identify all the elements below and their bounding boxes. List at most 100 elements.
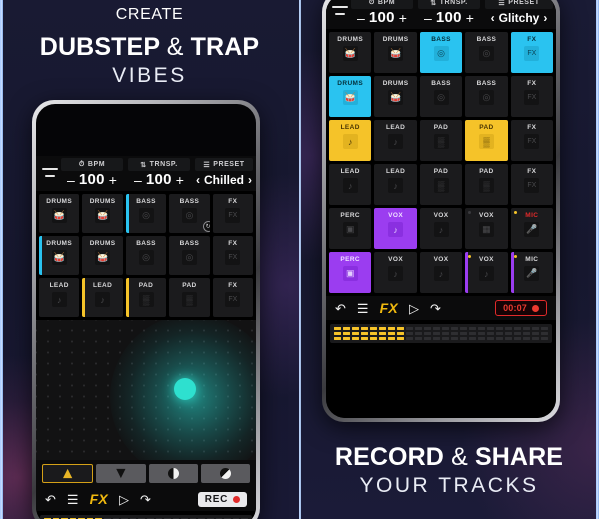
redo-icon[interactable]: ↷: [140, 493, 151, 506]
left-bpm-plus-button[interactable]: +: [109, 173, 117, 187]
sequencer-step[interactable]: [514, 327, 521, 340]
loop-badge-icon[interactable]: ↻: [202, 221, 210, 232]
pad-perc[interactable]: PERC ▣: [329, 252, 372, 293]
sequencer-cell[interactable]: [505, 327, 512, 330]
sequencer-cell[interactable]: [460, 337, 467, 340]
sequencer-cell[interactable]: [487, 337, 494, 340]
sequencer-step[interactable]: [442, 327, 449, 340]
pad-vox[interactable]: VOX ♪: [374, 252, 417, 293]
sequencer-cell[interactable]: [460, 327, 467, 330]
pad-bass[interactable]: BASS ◎ ↻: [169, 194, 210, 233]
sequencer-cell[interactable]: [379, 337, 386, 340]
pad-fx[interactable]: FX FX: [510, 76, 554, 117]
left-preset-value[interactable]: Chilled: [204, 173, 244, 187]
left-transpose-plus-button[interactable]: +: [176, 173, 184, 187]
left-sequencer[interactable]: [36, 511, 256, 519]
right-preset-value[interactable]: Glitchy: [499, 11, 540, 25]
pad-lead[interactable]: LEAD ♪: [82, 278, 123, 317]
sequencer-cell[interactable]: [532, 327, 539, 330]
pad-pad[interactable]: PAD ▒: [169, 278, 210, 317]
sequencer-cell[interactable]: [424, 332, 431, 335]
sequencer-cell[interactable]: [433, 332, 440, 335]
sequencer-step[interactable]: [379, 327, 386, 340]
fx-button[interactable]: FX: [380, 300, 398, 316]
sequencer-step[interactable]: [433, 327, 440, 340]
right-menu-icon[interactable]: [329, 0, 351, 26]
pad-lead[interactable]: LEAD ♪: [39, 278, 80, 317]
sequencer-cell[interactable]: [415, 337, 422, 340]
left-bpm-minus-button[interactable]: –: [67, 173, 75, 187]
sequencer-cell[interactable]: [388, 327, 395, 330]
pad-perc[interactable]: PERC ▣: [329, 208, 372, 249]
sequencer-cell[interactable]: [514, 332, 521, 335]
pad-fx[interactable]: FX FX: [510, 32, 554, 73]
play-icon[interactable]: ▷: [409, 302, 419, 315]
pad-vox[interactable]: VOX ♪: [419, 252, 463, 293]
sequencer-step[interactable]: [352, 327, 359, 340]
pad-lead[interactable]: LEAD ♪: [329, 120, 372, 161]
curve-option[interactable]: [96, 464, 146, 483]
redo-icon[interactable]: ↷: [430, 302, 441, 315]
sequencer-cell[interactable]: [469, 332, 476, 335]
sequencer-cell[interactable]: [343, 337, 350, 340]
sequencer-step[interactable]: [478, 327, 485, 340]
sequencer-cell[interactable]: [514, 327, 521, 330]
pad-pad[interactable]: PAD ▒: [419, 164, 463, 205]
pad-bass[interactable]: BASS ◎: [465, 32, 508, 73]
sequencer-cell[interactable]: [514, 337, 521, 340]
right-preset-next-button[interactable]: ›: [543, 11, 547, 25]
sequencer-step[interactable]: [541, 327, 548, 340]
sequencer-step[interactable]: [370, 327, 377, 340]
sequencer-cell[interactable]: [523, 332, 530, 335]
pad-fx[interactable]: FX FX: [510, 164, 554, 205]
sequencer-cell[interactable]: [406, 327, 413, 330]
sequencer-cell[interactable]: [361, 327, 368, 330]
sequencer-cell[interactable]: [406, 337, 413, 340]
sequencer-cell[interactable]: [541, 327, 548, 330]
pad-drums[interactable]: DRUMS 🥁: [329, 32, 372, 73]
sequencer-step[interactable]: [388, 327, 395, 340]
sequencer-cell[interactable]: [460, 332, 467, 335]
sequencer-cell[interactable]: [397, 337, 404, 340]
pad-bass[interactable]: BASS ◎: [419, 32, 463, 73]
sequencer-cell[interactable]: [496, 332, 503, 335]
pad-drums[interactable]: DRUMS 🥁: [329, 76, 372, 117]
sequencer-cell[interactable]: [388, 332, 395, 335]
sequencer-cell[interactable]: [442, 332, 449, 335]
sequencer-cell[interactable]: [379, 332, 386, 335]
right-transpose-plus-button[interactable]: +: [466, 11, 474, 25]
sequencer-cell[interactable]: [451, 327, 458, 330]
sequencer-cell[interactable]: [541, 337, 548, 340]
pad-bass[interactable]: BASS ◎: [465, 76, 508, 117]
sequencer-cell[interactable]: [334, 337, 341, 340]
sequencer-cell[interactable]: [415, 327, 422, 330]
left-xy-pad[interactable]: [36, 320, 256, 460]
right-transpose-value[interactable]: 100: [436, 9, 462, 26]
sequencer-cell[interactable]: [478, 337, 485, 340]
sequencer-cell[interactable]: [352, 327, 359, 330]
left-preset-prev-button[interactable]: ‹: [196, 173, 200, 187]
sequencer-cell[interactable]: [352, 337, 359, 340]
sequencer-cell[interactable]: [451, 337, 458, 340]
pad-vox[interactable]: VOX ♪: [374, 208, 417, 249]
sequencer-step[interactable]: [532, 327, 539, 340]
sequencer-cell[interactable]: [505, 332, 512, 335]
pad-pad[interactable]: PAD ▒: [419, 120, 463, 161]
sequencer-cell[interactable]: [541, 332, 548, 335]
sequencer-step[interactable]: [523, 327, 530, 340]
sequencer-step[interactable]: [397, 327, 404, 340]
pad-mic[interactable]: MIC 🎤: [510, 208, 554, 249]
sequencer-cell[interactable]: [523, 327, 530, 330]
pad-pad[interactable]: PAD ▒: [125, 278, 167, 317]
left-preset-next-button[interactable]: ›: [248, 173, 252, 187]
pad-lead[interactable]: LEAD ♪: [374, 164, 417, 205]
fx-button[interactable]: FX: [90, 491, 108, 507]
left-transpose-minus-button[interactable]: –: [134, 173, 142, 187]
sequencer-step[interactable]: [361, 327, 368, 340]
sequencer-cell[interactable]: [496, 327, 503, 330]
right-bpm-minus-button[interactable]: –: [357, 11, 365, 25]
sequencer-cell[interactable]: [370, 327, 377, 330]
sequencer-cell[interactable]: [361, 337, 368, 340]
sequencer-step[interactable]: [406, 327, 413, 340]
sequencer-cell[interactable]: [523, 337, 530, 340]
